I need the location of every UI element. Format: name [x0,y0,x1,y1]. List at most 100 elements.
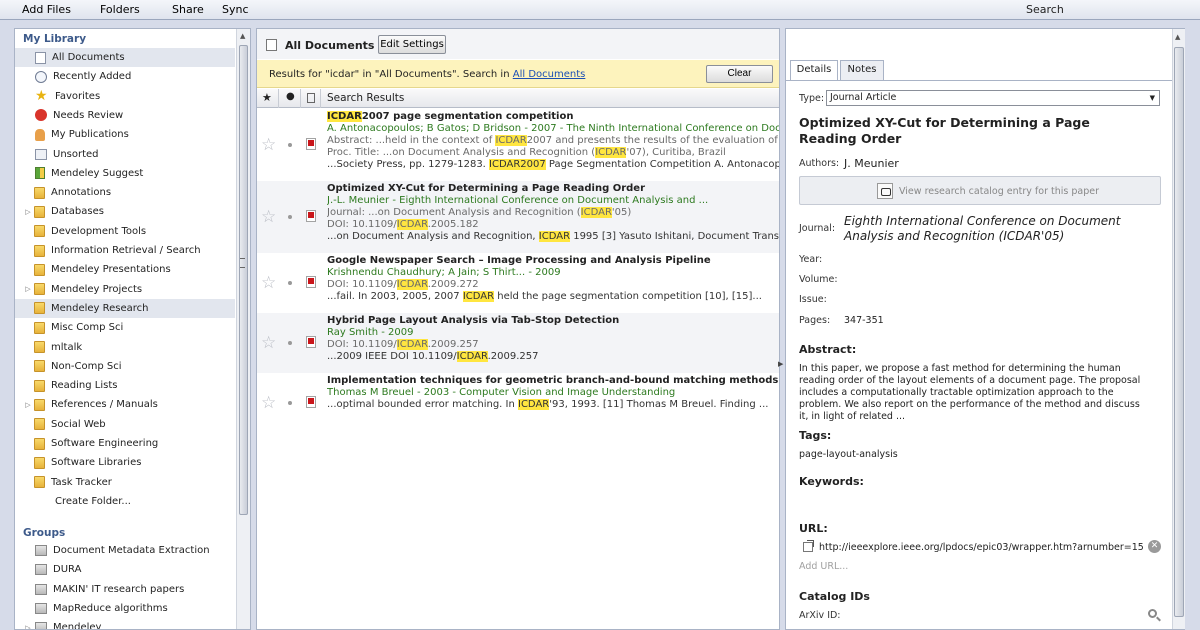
sidebar-item[interactable]: Recently Added [15,67,235,86]
group-item[interactable]: Document Metadata Extraction [15,541,235,560]
result-title[interactable]: ICDAR2007 page segmentation competition [327,111,779,123]
pdf-icon[interactable] [306,276,316,288]
add-url-link[interactable]: Add URL... [799,561,848,572]
details-scroll-thumb[interactable] [1174,47,1184,617]
group-item[interactable]: MapReduce algorithms [15,599,235,618]
pdf-icon[interactable] [306,138,316,150]
scroll-up-icon[interactable]: ▲ [1175,33,1180,41]
search-label[interactable]: Search [1026,3,1064,16]
tab-notes[interactable]: Notes [840,60,884,80]
sidebar-item[interactable]: Mendeley Suggest [15,164,235,183]
sidebar-item[interactable]: Mendeley Presentations [15,260,235,279]
add-files-button[interactable]: Add Files [22,3,71,16]
result-row[interactable]: ☆ Hybrid Page Layout Analysis via Tab-Sto… [257,313,779,373]
result-title[interactable]: Optimized XY-Cut for Determining a Page … [327,183,779,195]
sidebar-item[interactable]: Misc Comp Sci [15,318,235,337]
sidebar-item[interactable]: My Publications [15,125,235,144]
url-link[interactable]: http://ieeexplore.ieee.org/lpdocs/epic03… [819,542,1144,553]
read-status-dot[interactable] [288,143,292,147]
sidebar-item-label: Mendeley Suggest [51,167,144,179]
sidebar-item[interactable]: Create Folder... [15,492,235,511]
document-title[interactable]: Optimized XY-Cut for Determining a Page … [799,115,1129,147]
view-catalog-button[interactable]: View research catalog entry for this pap… [799,176,1161,205]
favorite-star-icon[interactable]: ☆ [261,333,276,353]
favorite-star-icon[interactable]: ☆ [261,207,276,227]
read-status-dot[interactable] [288,401,292,405]
abstract-text[interactable]: In this paper, we propose a fast method … [799,363,1149,423]
result-row[interactable]: ☆ Google Newspaper Search – Image Process… [257,253,779,313]
document-column-icon[interactable] [307,93,315,103]
result-title[interactable]: Implementation techniques for geometric … [327,375,779,387]
favorite-star-icon[interactable]: ☆ [261,393,276,413]
scroll-up-icon[interactable]: ▲ [240,32,245,40]
sidebar-item[interactable]: Task Tracker [15,473,235,492]
sidebar-item[interactable]: ▷ References / Manuals [15,395,235,414]
authors-value[interactable]: J. Meunier [844,157,899,170]
sidebar-splitter[interactable] [240,258,245,268]
pages-value[interactable]: 347-351 [844,315,884,326]
pdf-icon[interactable] [306,396,316,408]
sidebar-item[interactable]: Needs Review [15,106,235,125]
type-select[interactable]: Journal Article ▼ [826,90,1160,106]
sidebar-item[interactable]: Unsorted [15,145,235,164]
read-status-dot[interactable] [288,215,292,219]
abstract-header: Abstract: [799,343,857,356]
sidebar-item[interactable]: Reading Lists [15,376,235,395]
group-icon [35,622,47,629]
result-row[interactable]: ☆ ICDAR2007 page segmentation competition… [257,109,779,181]
group-item-label: Document Metadata Extraction [53,545,210,556]
expand-arrow-icon[interactable]: ▷ [23,285,33,293]
details-pane: Details Notes Type: Journal Article ▼ Op… [785,28,1185,630]
clear-search-button[interactable]: Clear [706,65,773,83]
group-item[interactable]: DURA [15,560,235,579]
search-all-documents-link[interactable]: All Documents [513,69,586,80]
expand-arrow-icon[interactable]: ▷ [23,624,33,629]
pdf-icon[interactable] [306,336,316,348]
sidebar-item[interactable]: Development Tools [15,222,235,241]
tab-details[interactable]: Details [790,60,838,81]
sidebar-item[interactable]: Annotations [15,183,235,202]
sidebar-item[interactable]: Non-Comp Sci [15,357,235,376]
read-status-dot[interactable] [288,281,292,285]
pdf-icon[interactable] [306,210,316,222]
sidebar-item[interactable]: ★ Favorites [15,87,235,106]
result-title[interactable]: Hybrid Page Layout Analysis via Tab-Stop… [327,315,779,327]
result-row[interactable]: ☆ Implementation techniques for geometric… [257,373,779,433]
share-button[interactable]: Share [172,3,204,16]
sidebar-scrollbar[interactable]: ▲ [236,29,250,629]
edit-settings-button[interactable]: Edit Settings [378,35,446,54]
sync-button[interactable]: Sync [222,3,249,16]
sidebar-item[interactable]: ▷ Databases [15,202,235,221]
group-item[interactable]: ▷ Mendeley [15,618,235,629]
details-scrollbar[interactable]: ▲ [1172,29,1185,629]
sidebar-item[interactable]: All Documents [15,48,235,67]
result-snippet: DOI: 10.1109/ICDAR.2005.182 [327,219,779,231]
favorite-star-icon[interactable]: ☆ [261,135,276,155]
group-item[interactable]: MAKIN' IT research papers [15,580,235,599]
read-status-dot[interactable] [288,341,292,345]
journal-value[interactable]: Eighth International Conference on Docum… [844,214,1144,244]
expand-arrow-icon[interactable]: ▷ [23,208,33,216]
tags-value[interactable]: page-layout-analysis [799,449,898,460]
sidebar-item[interactable]: Social Web [15,415,235,434]
sidebar-item[interactable]: ▷ Mendeley Projects [15,280,235,299]
result-title[interactable]: Google Newspaper Search – Image Processi… [327,255,779,267]
search-results-column[interactable]: Search Results [327,92,404,104]
favorite-star-icon[interactable]: ☆ [261,273,276,293]
result-row[interactable]: ☆ Optimized XY-Cut for Determining a Page… [257,181,779,253]
sidebar-item[interactable]: mltalk [15,338,235,357]
sidebar-item[interactable]: Software Engineering [15,434,235,453]
expand-arrow-icon[interactable]: ▷ [23,401,33,409]
sidebar-scroll-thumb[interactable] [239,45,248,515]
pane-splitter-arrow-icon[interactable]: ▶ [778,360,783,368]
text-segment: Abstract: ...held in the context of [327,135,496,146]
external-link-icon[interactable] [803,540,814,552]
sidebar-item[interactable]: Software Libraries [15,453,235,472]
sidebar-item[interactable]: Mendeley Research [15,298,235,318]
folders-button[interactable]: Folders [100,3,140,16]
read-status-column-icon[interactable]: ● [286,91,295,102]
favorite-column-icon[interactable]: ★ [262,91,272,104]
remove-url-icon[interactable]: ✕ [1148,540,1161,553]
lookup-search-icon[interactable] [1148,609,1157,618]
sidebar-item[interactable]: Information Retrieval / Search [15,241,235,260]
